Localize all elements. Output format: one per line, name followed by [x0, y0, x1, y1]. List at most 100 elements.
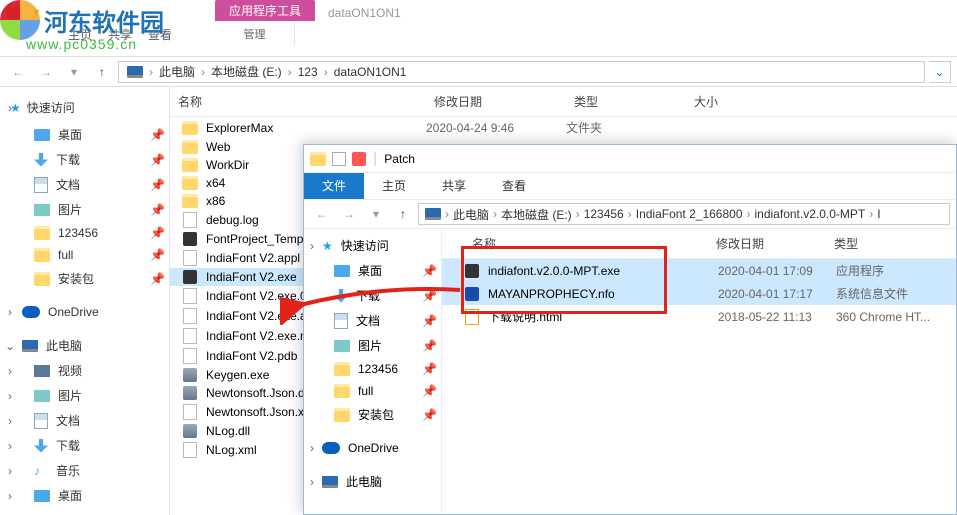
chevron-right-icon[interactable]: ›	[306, 475, 318, 489]
sidebar-item-downloads[interactable]: 下载📌	[304, 283, 441, 308]
chevron-right-icon[interactable]: ›	[4, 489, 16, 503]
sidebar-item-folder[interactable]: full📌	[0, 244, 169, 266]
breadcrumb-item[interactable]: indiafont.v2.0.0-MPT	[751, 207, 870, 221]
breadcrumb-item[interactable]: dataON1ON1	[330, 65, 411, 79]
sidebar-onedrive[interactable]: ›OneDrive	[0, 301, 169, 323]
breadcrumb-item[interactable]: 此电脑	[449, 206, 493, 223]
sidebar-item-label: 下载	[56, 151, 80, 168]
tab-home[interactable]: 主页	[364, 173, 424, 199]
tabs-front: 文件 主页 共享 查看	[304, 173, 956, 199]
file-row[interactable]: indiafont.v2.0.0-MPT.exe2020-04-01 17:09…	[442, 259, 956, 282]
chevron-down-icon[interactable]: ▾	[364, 202, 388, 226]
sidebar-item-folder[interactable]: 123456📌	[304, 358, 441, 380]
breadcrumb-item[interactable]: 此电脑	[155, 63, 199, 80]
breadcrumb-front[interactable]: › 此电脑 › 本地磁盘 (E:) › 123456 › IndiaFont 2…	[418, 203, 950, 225]
sidebar-item-documents[interactable]: 文档📌	[0, 172, 169, 197]
sidebar-item-desktop[interactable]: 桌面📌	[304, 258, 441, 283]
pin-icon: 📌	[422, 264, 437, 278]
ribbon-contextual-tab[interactable]: 应用程序工具	[215, 0, 315, 21]
nav-up-icon[interactable]: ↑	[391, 202, 415, 226]
sidebar-item-downloads[interactable]: › 下载	[0, 433, 169, 458]
column-headers: 名称 修改日期 类型 大小	[170, 87, 957, 117]
chevron-right-icon[interactable]: ›	[306, 239, 318, 253]
breadcrumb-back[interactable]: › 此电脑 › 本地磁盘 (E:) › 123 › dataON1ON1	[118, 61, 925, 83]
col-name[interactable]: 名称	[170, 87, 426, 116]
window-title: dataON1ON1	[328, 6, 401, 20]
props-icon[interactable]	[352, 152, 366, 166]
ribbon-tab-view[interactable]: 查看	[148, 26, 172, 43]
tab-view[interactable]: 查看	[484, 173, 544, 199]
sidebar-quick-access[interactable]: ›★快速访问	[304, 233, 441, 258]
col-name[interactable]: 名称	[442, 229, 708, 258]
chevron-down-icon[interactable]: ▾	[62, 60, 86, 84]
sidebar-item-downloads[interactable]: 下载📌	[0, 147, 169, 172]
chevron-right-icon[interactable]: ›	[324, 65, 328, 79]
folder-icon[interactable]	[6, 4, 22, 20]
chevron-right-icon[interactable]: ›	[4, 389, 16, 403]
sidebar-thispc[interactable]: ⌄此电脑	[0, 333, 169, 358]
chevron-down-icon[interactable]: ⌄	[929, 61, 951, 83]
sidebar-thispc[interactable]: › 此电脑	[304, 469, 441, 494]
chevron-right-icon[interactable]: ›	[306, 441, 318, 455]
sidebar-item-desktop[interactable]: ›桌面	[0, 483, 169, 508]
checkbox-icon[interactable]	[332, 152, 346, 166]
chevron-right-icon[interactable]: ›	[4, 364, 16, 378]
sidebar-item-documents[interactable]: ›文档	[0, 408, 169, 433]
chevron-right-icon[interactable]: ›	[4, 464, 16, 478]
chevron-right-icon[interactable]: ›	[201, 65, 205, 79]
breadcrumb-item[interactable]: 本地磁盘 (E:)	[497, 206, 576, 223]
sidebar-item-label: 图片	[358, 337, 382, 354]
chevron-right-icon[interactable]: ›	[4, 101, 16, 115]
sidebar-item-videos[interactable]: ›视频	[0, 358, 169, 383]
nav-up-icon[interactable]: ↑	[90, 60, 114, 84]
chevron-right-icon[interactable]: ›	[4, 439, 16, 453]
sidebar-item-pictures[interactable]: 图片📌	[304, 333, 441, 358]
sidebar-item-folder[interactable]: 安装包📌	[304, 402, 441, 427]
ribbon-group-label[interactable]: 管理	[215, 26, 294, 42]
chevron-down-icon[interactable]: ▾	[28, 4, 44, 20]
sidebar-item-music[interactable]: ›♪音乐	[0, 458, 169, 483]
ribbon-tab-share[interactable]: 共享	[108, 26, 132, 43]
picture-icon	[34, 390, 50, 402]
nav-back-icon[interactable]: ←	[6, 60, 30, 84]
sidebar-item-folder[interactable]: 安装包📌	[0, 266, 169, 291]
sidebar-item-folder[interactable]: full📌	[304, 380, 441, 402]
chevron-right-icon[interactable]: ›	[4, 414, 16, 428]
breadcrumb-item[interactable]: IndiaFont 2_166800	[632, 207, 747, 221]
tab-share[interactable]: 共享	[424, 173, 484, 199]
file-row[interactable]: 下载说明.html2018-05-22 11:13360 Chrome HT..…	[442, 305, 956, 328]
chevron-right-icon[interactable]: ›	[288, 65, 292, 79]
sidebar-quick-access[interactable]: › ★ 快速访问	[0, 93, 169, 122]
sidebar-onedrive[interactable]: ›OneDrive	[304, 437, 441, 459]
breadcrumb-item[interactable]: 123	[294, 65, 322, 79]
ribbon-tab-home[interactable]: 主页	[68, 26, 92, 43]
sidebar-label: 快速访问	[341, 237, 389, 254]
nav-forward-icon[interactable]: →	[34, 60, 58, 84]
sidebar-item-label: 桌面	[58, 126, 82, 143]
nav-back-icon[interactable]: ←	[310, 202, 334, 226]
sidebar-item-pictures[interactable]: 图片📌	[0, 197, 169, 222]
file-row[interactable]: MAYANPROPHECY.nfo2020-04-01 17:17系统信息文件	[442, 282, 956, 305]
pin-icon: 📌	[422, 362, 437, 376]
breadcrumb-item[interactable]: 本地磁盘 (E:)	[207, 63, 286, 80]
sidebar-item-pictures[interactable]: ›图片	[0, 383, 169, 408]
breadcrumb-item[interactable]: I	[873, 207, 884, 221]
breadcrumb-item[interactable]: 123456	[580, 207, 628, 221]
file-row[interactable]: ExplorerMax2020-04-24 9:46文件夹	[170, 117, 957, 138]
chevron-right-icon[interactable]: ›	[4, 305, 16, 319]
folder-icon[interactable]	[310, 151, 326, 167]
nav-forward-icon[interactable]: →	[337, 202, 361, 226]
tab-file[interactable]: 文件	[304, 173, 364, 199]
col-size[interactable]: 大小	[686, 87, 766, 116]
chevron-down-icon[interactable]: ⌄	[4, 339, 16, 353]
sidebar-item-desktop[interactable]: 桌面📌	[0, 122, 169, 147]
col-date[interactable]: 修改日期	[708, 229, 826, 258]
sidebar-item-folder[interactable]: 123456📌	[0, 222, 169, 244]
col-type[interactable]: 类型	[826, 229, 936, 258]
sidebar-item-label: 此电脑	[346, 473, 382, 490]
col-type[interactable]: 类型	[566, 87, 686, 116]
sidebar-item-documents[interactable]: 文档📌	[304, 308, 441, 333]
chevron-right-icon[interactable]: ›	[149, 65, 153, 79]
col-date[interactable]: 修改日期	[426, 87, 566, 116]
sidebar-item-label: 下载	[56, 437, 80, 454]
